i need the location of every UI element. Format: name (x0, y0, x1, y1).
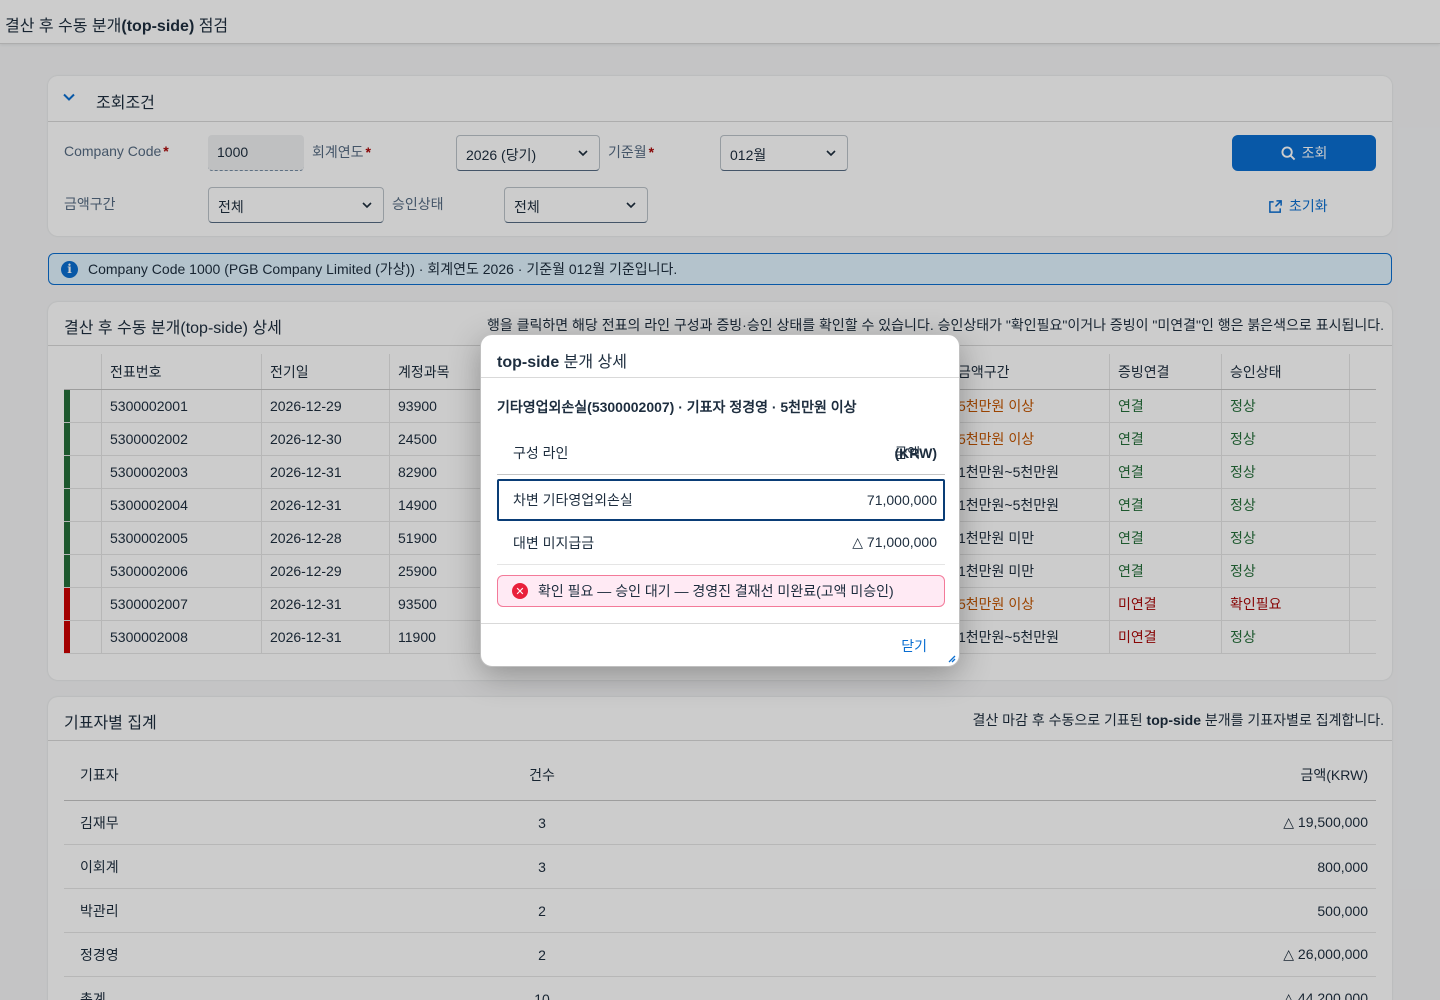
dialog-subtitle: 기타영업외손실(5300002007) · 기표자 정경영 · 5천만원 이상 (497, 399, 857, 415)
resize-handle-icon[interactable] (946, 653, 956, 663)
close-button[interactable]: 닫기 (901, 636, 927, 656)
line-label: 차변 기타영업외손실 (513, 492, 633, 508)
line-amount: 71,000,000 (866, 492, 937, 508)
dialog-title: top-side 분개 상세 (497, 354, 627, 371)
table-header-row: 구성 라인 금액 (KRW) (497, 431, 945, 475)
column-header-line: 구성 라인 (513, 444, 569, 461)
error-icon: ✕ (512, 583, 528, 599)
topside-detail-dialog: top-side 분개 상세 기타영업외손실(5300002007) · 기표자… (480, 334, 960, 667)
column-header-amount: 금액(KRW) (894, 444, 937, 461)
dialog-lines-table: 구성 라인 금액 (KRW) 차변 기타영업외손실 71,000,000 대변 미… (497, 431, 945, 565)
dialog-footer: 닫기 (481, 623, 959, 666)
error-message-text: 확인 필요 — 승인 대기 — 경영진 결재선 미완료(고액 미승인) (538, 583, 894, 599)
line-item-debit[interactable]: 차변 기타영업외손실 71,000,000 (497, 479, 945, 521)
error-message-strip: ✕ 확인 필요 — 승인 대기 — 경영진 결재선 미완료(고액 미승인) (497, 575, 945, 607)
line-item-credit[interactable]: 대변 미지급금 △ 71,000,000 (497, 521, 945, 565)
line-label: 대변 미지급금 (513, 534, 595, 551)
dialog-header: top-side 분개 상세 (481, 335, 959, 378)
line-amount: △ 71,000,000 (852, 534, 937, 550)
